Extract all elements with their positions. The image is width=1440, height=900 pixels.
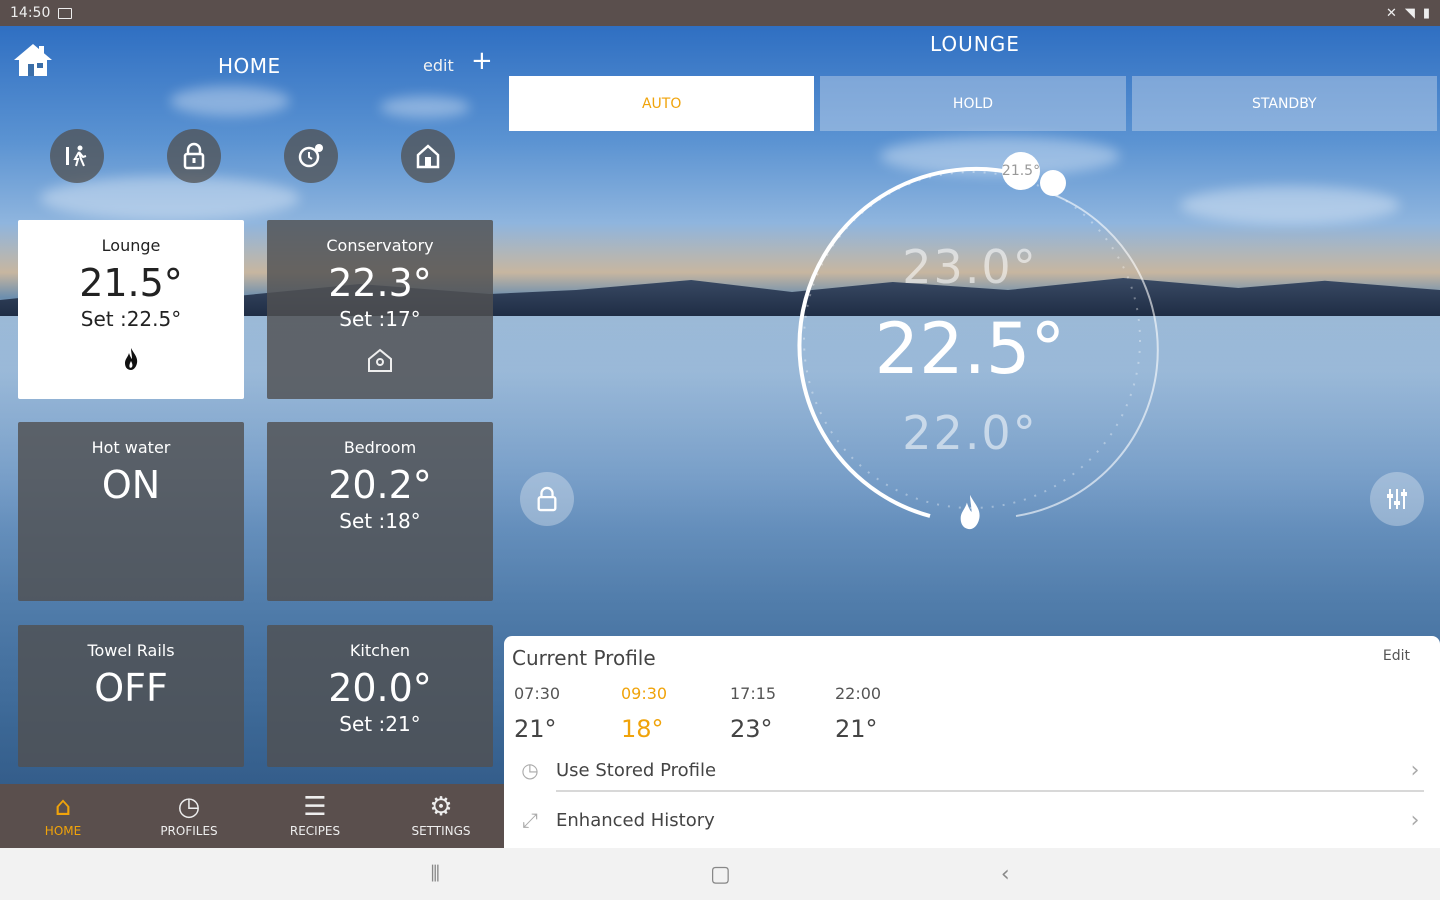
- zone-tile-lounge[interactable]: Lounge 21.5° Set :22.5°: [18, 220, 244, 399]
- zone-status: ON: [101, 463, 161, 507]
- boost-button[interactable]: [284, 129, 338, 183]
- expand-icon: ⤢: [522, 808, 538, 832]
- mode-tabs: AUTO HOLD STANDBY: [509, 76, 1437, 131]
- slot-time: 07:30: [514, 684, 561, 703]
- clock-icon: ◷: [177, 792, 201, 822]
- zone-name: Towel Rails: [87, 641, 175, 660]
- add-zone-button[interactable]: +: [471, 48, 493, 74]
- gear-icon: ⚙: [429, 792, 453, 822]
- home-mode-button[interactable]: [401, 129, 455, 183]
- house-icon: [267, 347, 493, 379]
- zone-tile-conservatory[interactable]: Conservatory 22.3° Set :17°: [267, 220, 493, 399]
- bottom-navigation: ⌂ HOME ◷ PROFILES ☰ RECIPES ⚙ SETTINGS: [0, 784, 504, 848]
- current-profile-card: Current Profile Edit 07:30 21° 09:30 18°…: [504, 636, 1440, 848]
- slot-temp: 23°: [730, 715, 773, 743]
- enhanced-history-row[interactable]: ⤢ Enhanced History ›: [504, 797, 1440, 843]
- row-label: Enhanced History: [556, 809, 715, 831]
- zone-temperature: 21.5°: [79, 261, 183, 305]
- image-icon: [58, 7, 73, 19]
- zone-tile-kitchen[interactable]: Kitchen 20.0° Set :21°: [267, 625, 493, 767]
- zone-temperature: 20.0°: [328, 666, 432, 710]
- sliders-icon: [1387, 489, 1407, 509]
- house-icon: [416, 144, 440, 169]
- current-setpoint: 22.5°: [874, 308, 1066, 390]
- zone-lock-button[interactable]: [520, 472, 574, 526]
- zone-name: Kitchen: [349, 641, 411, 660]
- temperature-dial[interactable]: 23.0° 22.5° 22.0° 21.5°: [790, 150, 1170, 540]
- profile-edit-link[interactable]: Edit: [1383, 648, 1410, 664]
- nav-profiles[interactable]: ◷ PROFILES: [126, 784, 252, 848]
- slot-temp: 18°: [621, 715, 664, 743]
- use-stored-profile-row[interactable]: ◷ Use Stored Profile ›: [504, 747, 1440, 793]
- clock-icon: ◷: [521, 758, 539, 782]
- profile-slot: 22:00 21°: [835, 684, 915, 743]
- chevron-right-icon: ›: [1410, 807, 1420, 833]
- zone-setpoint: Set :17°: [339, 307, 421, 331]
- slot-time: 09:30: [621, 684, 668, 703]
- zone-detail-title: LOUNGE: [930, 32, 1020, 56]
- lock-icon: [537, 486, 557, 512]
- zone-name: Hot water: [91, 438, 171, 457]
- current-temp-marker: 21.5°: [1002, 152, 1040, 190]
- zone-tile-bedroom[interactable]: Bedroom 20.2° Set :18°: [267, 422, 493, 601]
- status-time: 14:50: [10, 5, 51, 21]
- zone-temperature: 22.3°: [328, 261, 432, 305]
- zone-setpoint: Set :22.5°: [80, 307, 182, 331]
- flame-icon: [956, 492, 984, 541]
- tab-standby[interactable]: STANDBY: [1131, 76, 1437, 131]
- page-title: HOME: [218, 54, 281, 78]
- tab-auto[interactable]: AUTO: [509, 76, 815, 131]
- zone-tile-towel-rails[interactable]: Towel Rails OFF: [18, 625, 244, 767]
- zone-name: Conservatory: [326, 236, 434, 255]
- profile-slot: 17:15 23°: [730, 684, 810, 743]
- divider: [556, 790, 1424, 792]
- battery-icon: ▮: [1422, 5, 1430, 21]
- timer-icon: [298, 144, 323, 168]
- status-bar: 14:50 ✕ ◥ ▮: [0, 0, 1440, 26]
- row-label: Use Stored Profile: [556, 759, 717, 781]
- list-icon: ☰: [303, 792, 327, 822]
- nav-home[interactable]: ⌂ HOME: [0, 784, 126, 848]
- chevron-right-icon: ›: [1410, 757, 1420, 783]
- system-navigation-bar: ⦀ ▢ ‹: [0, 848, 1440, 900]
- home-logo-icon[interactable]: [12, 42, 54, 78]
- setpoint-up-value[interactable]: 23.0°: [790, 240, 1150, 294]
- setpoint-down-value[interactable]: 22.0°: [790, 406, 1150, 460]
- recent-apps-icon[interactable]: ⦀: [430, 862, 440, 887]
- nav-recipes[interactable]: ☰ RECIPES: [252, 784, 378, 848]
- zone-name: Lounge: [101, 236, 161, 255]
- lock-button[interactable]: [167, 129, 221, 183]
- dial-knob[interactable]: [1040, 170, 1066, 196]
- flame-icon: [18, 347, 244, 377]
- profile-slot: 07:30 21°: [514, 684, 594, 743]
- nav-label: SETTINGS: [411, 824, 471, 838]
- nav-settings[interactable]: ⚙ SETTINGS: [378, 784, 504, 848]
- profile-slot-current: 09:30 18°: [621, 684, 701, 743]
- zone-status: OFF: [94, 666, 168, 710]
- zone-settings-button[interactable]: [1370, 472, 1424, 526]
- edit-zones-link[interactable]: edit: [423, 56, 454, 75]
- zone-setpoint: Set :21°: [339, 712, 421, 736]
- wifi-icon: ◥: [1404, 5, 1415, 21]
- tab-hold[interactable]: HOLD: [820, 76, 1126, 131]
- nav-label: PROFILES: [160, 824, 218, 838]
- walking-person-icon: [66, 145, 87, 167]
- zone-temperature: 20.2°: [328, 463, 432, 507]
- lock-icon: [183, 142, 205, 170]
- zone-setpoint: Set :18°: [339, 509, 421, 533]
- zone-name: Bedroom: [343, 438, 417, 457]
- slot-time: 22:00: [835, 684, 882, 703]
- home-icon: ⌂: [54, 792, 72, 822]
- slot-time: 17:15: [730, 684, 777, 703]
- slot-temp: 21°: [514, 715, 557, 743]
- mute-icon: ✕: [1385, 5, 1397, 21]
- nav-label: HOME: [44, 824, 82, 838]
- slot-temp: 21°: [835, 715, 878, 743]
- nav-label: RECIPES: [289, 824, 341, 838]
- home-button-icon[interactable]: ▢: [710, 862, 731, 887]
- zone-tile-hot-water[interactable]: Hot water ON: [18, 422, 244, 601]
- back-icon[interactable]: ‹: [1001, 862, 1010, 887]
- away-mode-button[interactable]: [50, 129, 104, 183]
- profile-title: Current Profile: [512, 646, 656, 670]
